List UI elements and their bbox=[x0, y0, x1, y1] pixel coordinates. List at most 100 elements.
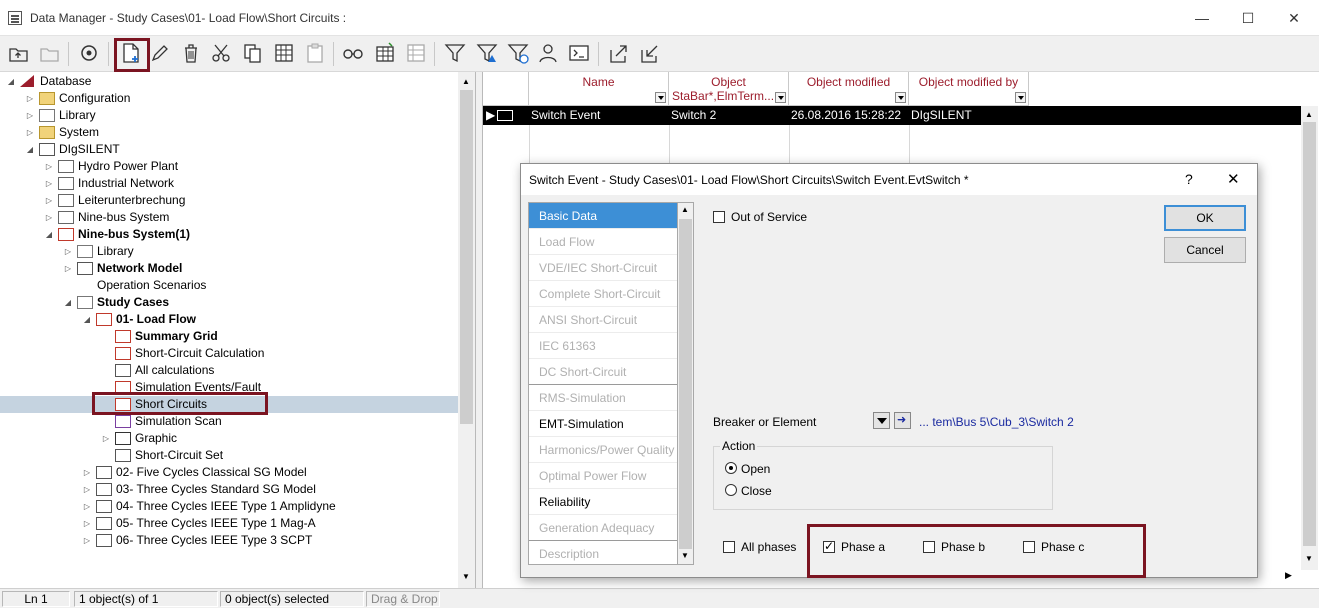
tree-item[interactable]: ▷ Configuration bbox=[0, 90, 460, 107]
expand-icon[interactable]: ▷ bbox=[25, 107, 35, 124]
table-icon[interactable] bbox=[372, 40, 398, 66]
tree-item[interactable]: ▷ Network Model bbox=[0, 260, 460, 277]
delete-icon[interactable] bbox=[178, 40, 204, 66]
chevron-down-icon[interactable] bbox=[775, 92, 786, 103]
tree-item[interactable]: ▷ 06- Three Cycles IEEE Type 3 SCPT bbox=[0, 532, 460, 549]
expand-icon[interactable]: ▷ bbox=[82, 515, 92, 532]
breaker-select-button[interactable] bbox=[873, 412, 890, 429]
folder-up-icon[interactable] bbox=[6, 40, 32, 66]
copy-icon[interactable] bbox=[240, 40, 266, 66]
tree-scrollbar[interactable]: ▲ ▼ bbox=[458, 72, 475, 588]
tree-item[interactable]: ▷ Library bbox=[0, 243, 460, 260]
tree-item[interactable]: Simulation Scan bbox=[0, 413, 460, 430]
tree-item[interactable]: ▷ 03- Three Cycles Standard SG Model bbox=[0, 481, 460, 498]
close-button[interactable]: ✕ bbox=[1271, 0, 1317, 36]
chevron-down-icon[interactable] bbox=[655, 92, 666, 103]
tree-item[interactable]: ▷ Industrial Network bbox=[0, 175, 460, 192]
action-close-radio[interactable] bbox=[725, 484, 737, 496]
tree-item[interactable]: ◢ Database bbox=[0, 73, 460, 90]
breaker-jump-button[interactable]: ➜ bbox=[894, 412, 911, 429]
tree-item[interactable]: ▷ Nine-bus System bbox=[0, 209, 460, 226]
minimize-button[interactable]: — bbox=[1179, 0, 1225, 36]
tree-item[interactable]: ▷ 05- Three Cycles IEEE Type 1 Mag-A bbox=[0, 515, 460, 532]
collapse-icon[interactable]: ◢ bbox=[6, 73, 16, 90]
tree-item[interactable]: ▷ Leiterunterbrechung bbox=[0, 192, 460, 209]
nav-item[interactable]: EMT-Simulation bbox=[529, 411, 677, 437]
expand-icon[interactable]: ▷ bbox=[44, 175, 54, 192]
expand-icon[interactable]: ▷ bbox=[82, 481, 92, 498]
terminal-icon[interactable] bbox=[566, 40, 592, 66]
expand-icon[interactable]: ▷ bbox=[25, 90, 35, 107]
collapse-icon[interactable]: ◢ bbox=[63, 294, 73, 311]
export-icon[interactable] bbox=[606, 40, 632, 66]
nav-scroll-thumb[interactable] bbox=[679, 219, 692, 549]
chevron-down-icon[interactable] bbox=[1015, 92, 1026, 103]
column-header-object[interactable]: Object StaBar*,ElmTerm... bbox=[669, 72, 789, 106]
tree-item[interactable]: ▷ System bbox=[0, 124, 460, 141]
filter-icon[interactable] bbox=[442, 40, 468, 66]
grid-icon[interactable] bbox=[403, 40, 429, 66]
expand-icon[interactable]: ▷ bbox=[63, 260, 73, 277]
new-folder-icon[interactable] bbox=[37, 40, 63, 66]
tree-item[interactable]: Short-Circuit Set bbox=[0, 447, 460, 464]
tree-scroll-thumb[interactable] bbox=[460, 90, 473, 424]
breaker-value-link[interactable]: ... tem\Bus 5\Cub_3\Switch 2 bbox=[919, 415, 1074, 429]
status-drag-drop[interactable]: Drag & Drop bbox=[366, 591, 440, 607]
cancel-button[interactable]: Cancel bbox=[1164, 237, 1246, 263]
scroll-up-icon[interactable]: ▲ bbox=[681, 205, 689, 214]
tree-item[interactable]: Summary Grid bbox=[0, 328, 460, 345]
expand-icon[interactable]: ▷ bbox=[101, 430, 111, 447]
action-open-radio[interactable] bbox=[725, 462, 737, 474]
refresh-icon[interactable] bbox=[76, 40, 102, 66]
scroll-right-icon[interactable]: ▶ bbox=[1285, 570, 1292, 581]
tree-item[interactable]: All calculations bbox=[0, 362, 460, 379]
tree-item[interactable]: Short-Circuit Calculation bbox=[0, 345, 460, 362]
column-header-modified-by[interactable]: Object modified by bbox=[909, 72, 1029, 106]
expand-icon[interactable]: ▷ bbox=[82, 464, 92, 481]
nav-scrollbar[interactable]: ▲ ▼ bbox=[677, 202, 694, 565]
filter-warning-icon[interactable] bbox=[474, 40, 500, 66]
filter-clock-icon[interactable] bbox=[505, 40, 531, 66]
table-row[interactable]: ▶ Switch Event Switch 2 26.08.2016 15:28… bbox=[483, 106, 1301, 125]
scroll-down-icon[interactable]: ▼ bbox=[681, 551, 689, 560]
paste-table-icon[interactable] bbox=[271, 40, 297, 66]
ok-button[interactable]: OK bbox=[1164, 205, 1246, 231]
expand-icon[interactable]: ▷ bbox=[82, 532, 92, 549]
tree-item[interactable]: ▷ 02- Five Cycles Classical SG Model bbox=[0, 464, 460, 481]
nav-item[interactable]: Reliability bbox=[529, 489, 677, 515]
out-of-service-checkbox[interactable] bbox=[713, 211, 725, 223]
column-header-modified[interactable]: Object modified bbox=[789, 72, 909, 106]
tree-item[interactable]: ◢ Nine-bus System(1) bbox=[0, 226, 460, 243]
edit-icon[interactable] bbox=[147, 40, 173, 66]
tree-item[interactable]: ▷ Hydro Power Plant bbox=[0, 158, 460, 175]
list-scroll-thumb[interactable] bbox=[1303, 122, 1316, 546]
tree-item[interactable]: Operation Scenarios bbox=[0, 277, 460, 294]
expand-icon[interactable]: ▷ bbox=[63, 243, 73, 260]
all-phases-checkbox[interactable] bbox=[723, 541, 735, 553]
expand-icon[interactable]: ▷ bbox=[44, 158, 54, 175]
collapse-icon[interactable]: ◢ bbox=[82, 311, 92, 328]
chevron-down-icon[interactable] bbox=[895, 92, 906, 103]
nav-item[interactable]: Basic Data bbox=[529, 203, 677, 229]
scroll-down-icon[interactable]: ▼ bbox=[462, 572, 470, 581]
maximize-button[interactable]: ☐ bbox=[1225, 0, 1271, 36]
tree-item[interactable]: ▷ Library bbox=[0, 107, 460, 124]
scroll-up-icon[interactable]: ▲ bbox=[1305, 110, 1313, 119]
dialog-close-button[interactable]: ✕ bbox=[1227, 170, 1240, 188]
glasses-icon[interactable] bbox=[340, 40, 366, 66]
cut-icon[interactable] bbox=[208, 40, 234, 66]
tree-item[interactable]: ▷ 04- Three Cycles IEEE Type 1 Amplidyne bbox=[0, 498, 460, 515]
tree-item[interactable]: ◢ 01- Load Flow bbox=[0, 311, 460, 328]
collapse-icon[interactable]: ◢ bbox=[44, 226, 54, 243]
list-scrollbar[interactable]: ▲ ▼ bbox=[1301, 106, 1318, 570]
expand-icon[interactable]: ▷ bbox=[44, 192, 54, 209]
column-header-name[interactable]: Name bbox=[529, 72, 669, 106]
scroll-down-icon[interactable]: ▼ bbox=[1305, 554, 1313, 563]
paste-icon[interactable] bbox=[302, 40, 328, 66]
tree-item[interactable]: ◢ DIgSILENT bbox=[0, 141, 460, 158]
collapse-icon[interactable]: ◢ bbox=[25, 141, 35, 158]
expand-icon[interactable]: ▷ bbox=[25, 124, 35, 141]
users-icon[interactable] bbox=[535, 40, 561, 66]
import-icon[interactable] bbox=[637, 40, 663, 66]
expand-icon[interactable]: ▷ bbox=[82, 498, 92, 515]
